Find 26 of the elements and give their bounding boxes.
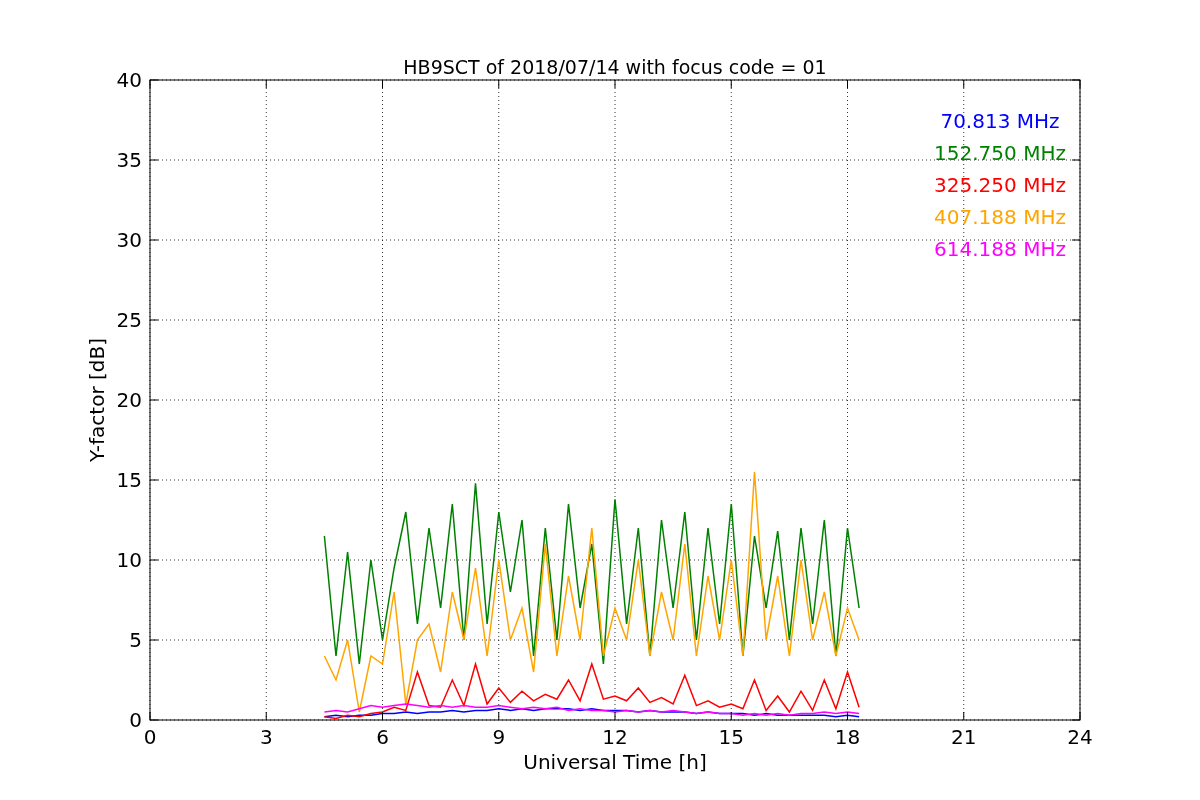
series-label: 407.188 MHz (934, 205, 1066, 229)
x-tick-label: 24 (1067, 725, 1093, 749)
y-tick-label: 15 (116, 468, 142, 492)
y-tick-label: 0 (129, 708, 142, 732)
y-tick-label: 30 (116, 228, 142, 252)
x-tick-label: 0 (143, 725, 157, 749)
x-tick-label: 21 (951, 725, 977, 749)
x-tick-label: 12 (602, 725, 628, 749)
x-tick-label: 15 (718, 725, 744, 749)
series-label: 70.813 MHz (940, 109, 1060, 133)
y-tick-label: 10 (116, 548, 142, 572)
y-tick-label: 5 (129, 628, 142, 652)
x-axis-label: Universal Time [h] (523, 750, 707, 774)
y-axis-label: Y-factor [dB] (85, 338, 109, 462)
y-tick-label: 40 (116, 68, 142, 92)
series-label: 325.250 MHz (934, 173, 1066, 197)
series-label: 152.750 MHz (934, 141, 1066, 165)
y-tick-label: 25 (116, 308, 142, 332)
y-tick-label: 35 (116, 148, 142, 172)
x-tick-label: 6 (376, 725, 389, 749)
chart-title: HB9SCT of 2018/07/14 with focus code = 01 (403, 56, 827, 78)
x-tick-label: 9 (492, 725, 506, 749)
x-tick-label: 18 (834, 725, 861, 749)
x-tick-label: 3 (259, 725, 273, 749)
y-tick-label: 20 (116, 388, 142, 412)
series-label: 614.188 MHz (934, 237, 1066, 261)
